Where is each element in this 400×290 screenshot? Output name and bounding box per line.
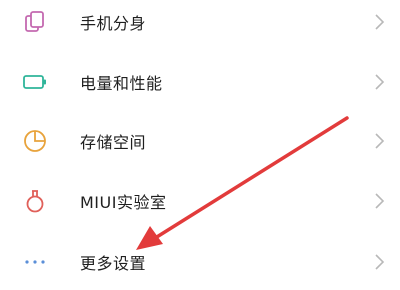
settings-item-miui-lab[interactable]: MIUI实验室 [0,173,400,229]
dual-apps-icon [22,9,48,35]
settings-item-dual-apps[interactable]: 手机分身 [0,0,400,50]
chevron-right-icon [374,132,386,150]
more-dots-icon [22,249,48,275]
settings-item-label: 更多设置 [80,254,147,273]
settings-item-storage[interactable]: 存储空间 [0,113,400,169]
chevron-right-icon [374,73,386,91]
chevron-right-icon [374,253,386,271]
battery-icon [22,69,48,95]
chevron-right-icon [374,13,386,31]
settings-item-more-settings[interactable]: 更多设置 [0,234,400,290]
storage-pie-icon [22,128,48,154]
chevron-right-icon [374,192,386,210]
settings-item-battery[interactable]: 电量和性能 [0,54,400,110]
settings-item-label: MIUI实验室 [80,193,167,212]
settings-item-label: 存储空间 [80,133,147,152]
settings-item-label: 手机分身 [80,14,147,33]
lab-flask-icon [22,188,48,214]
settings-list: 手机分身 电量和性能 存储空间 MIUI实验室 更多设置 [0,0,400,289]
settings-item-label: 电量和性能 [80,74,163,93]
